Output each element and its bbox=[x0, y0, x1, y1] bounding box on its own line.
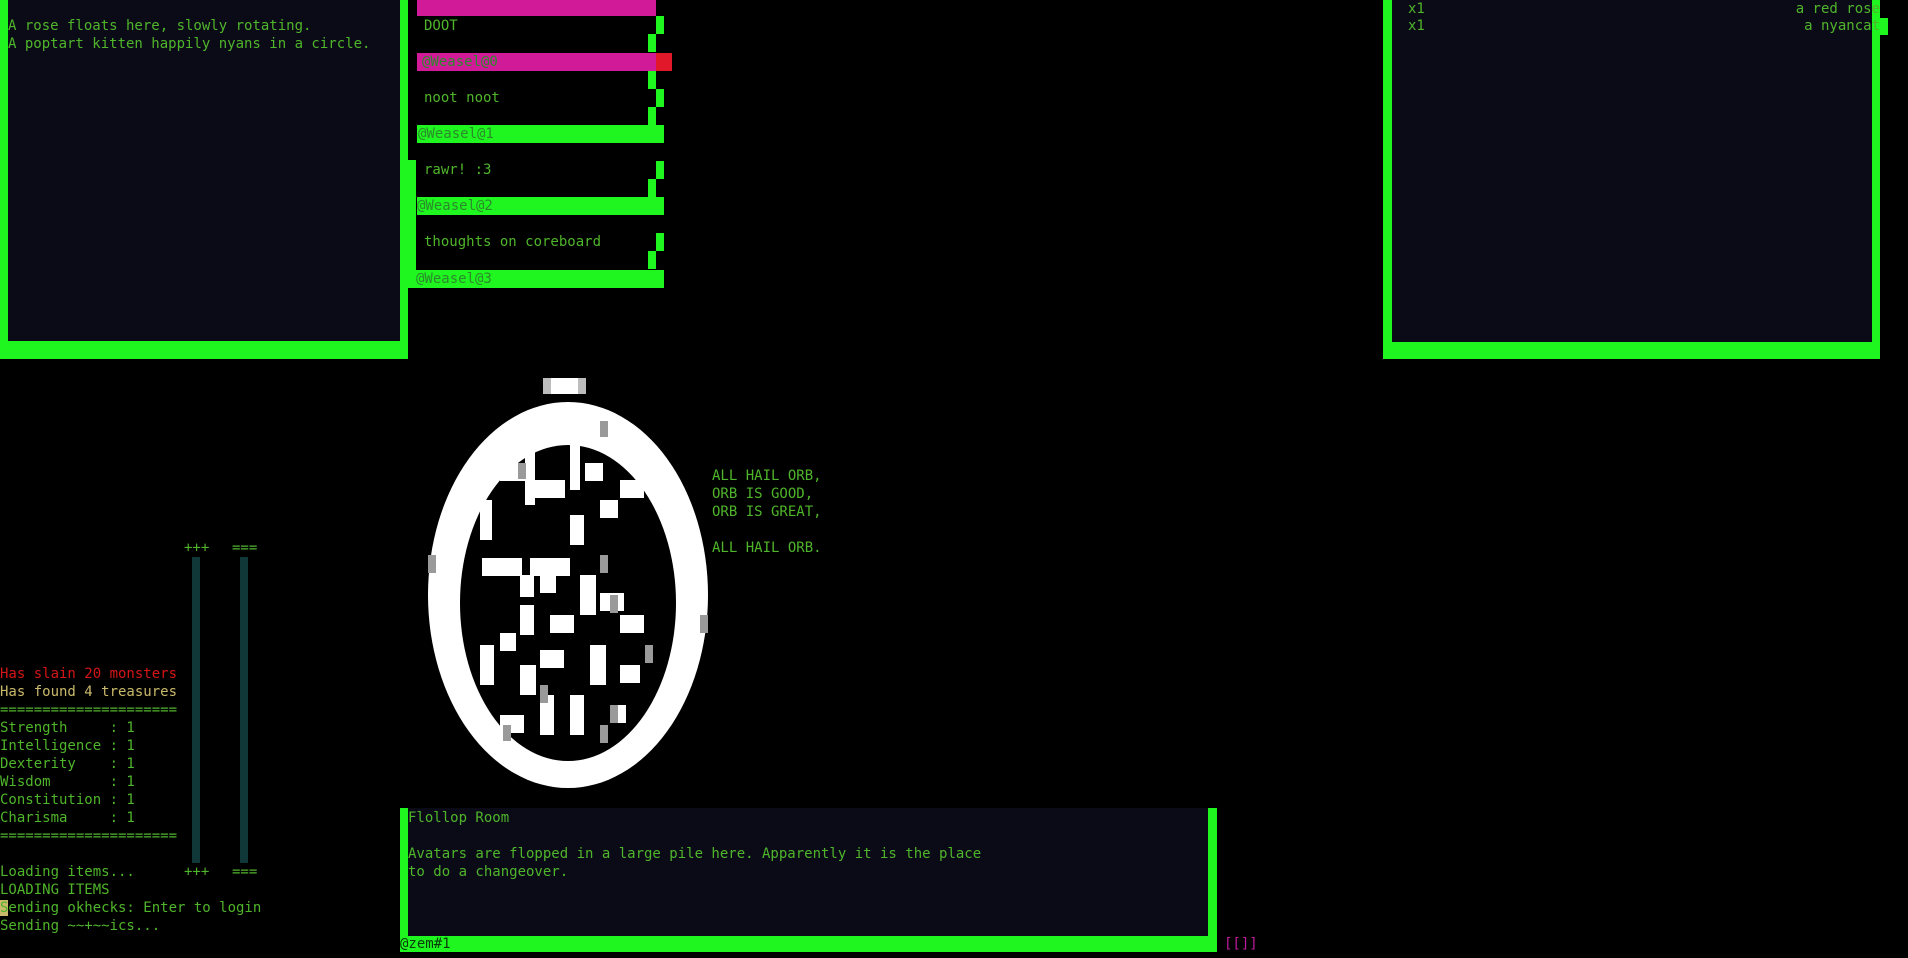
stat-constitution: Constitution : 1 bbox=[0, 792, 135, 808]
location-description: Avatars are flopped in a large pile here… bbox=[408, 846, 982, 862]
orb-chant-line: ALL HAIL ORB. bbox=[712, 540, 822, 556]
stat-slain: Has slain 20 monsters bbox=[0, 666, 178, 682]
inventory-item[interactable]: a nyancat bbox=[1804, 17, 1880, 35]
room-line-rose: A rose floats here, slowly rotating. bbox=[8, 18, 312, 34]
log-line: LOADING ITEMS bbox=[0, 882, 110, 898]
chat-message: DOOT bbox=[424, 18, 458, 34]
inventory-edge bbox=[1880, 18, 1888, 35]
orb-chant-line: ORB IS GREAT, bbox=[712, 504, 822, 520]
stat-wisdom: Wisdom : 1 bbox=[0, 774, 135, 790]
location-title: Flollop Room bbox=[408, 810, 510, 826]
command-input[interactable]: @zem#1 bbox=[400, 935, 451, 953]
chat-msg-edge bbox=[656, 89, 664, 107]
gauge-plus-label-bottom: +++ bbox=[184, 864, 210, 880]
chat-author-bar-end bbox=[656, 53, 672, 71]
chat-rail bbox=[408, 160, 416, 288]
chat-message: rawr! :3 bbox=[424, 162, 492, 178]
chat-top-bar bbox=[417, 0, 656, 16]
stats-divider: ===================== bbox=[0, 828, 178, 844]
gauge-equal-track[interactable] bbox=[240, 557, 248, 863]
gauge-equal-label-top: === bbox=[232, 540, 258, 556]
chat-message: noot noot bbox=[424, 90, 500, 106]
stat-dexterity: Dexterity : 1 bbox=[0, 756, 135, 772]
inventory-item[interactable]: a red rose bbox=[1796, 0, 1880, 18]
stat-found: Has found 4 treasures bbox=[0, 684, 178, 700]
inventory-panel-inner bbox=[1392, 0, 1872, 342]
inventory-qty: x1 bbox=[1408, 1, 1425, 17]
stats-divider: ===================== bbox=[0, 702, 178, 718]
location-description: to do a changeover. bbox=[408, 864, 569, 880]
chat-msg-edge bbox=[648, 251, 656, 269]
inventory-qty: x1 bbox=[1408, 18, 1425, 34]
log-line: Loading items... bbox=[0, 864, 135, 880]
log-line: Sending okhecks: Enter to login bbox=[0, 900, 262, 916]
chat-author[interactable]: @Weasel@0 bbox=[422, 53, 498, 71]
chat-msg-edge bbox=[648, 179, 656, 197]
command-input-suffix: [[]] bbox=[1224, 936, 1258, 952]
chat-msg-edge bbox=[656, 233, 664, 251]
stat-strength: Strength : 1 bbox=[0, 720, 135, 736]
log-line: Sending ~~+~~ics... bbox=[0, 918, 161, 934]
orb-chant-line: ALL HAIL ORB, bbox=[712, 468, 822, 484]
stat-charisma: Charisma : 1 bbox=[0, 810, 135, 826]
chat-msg-edge bbox=[656, 161, 664, 179]
chat-msg-edge bbox=[656, 16, 664, 34]
gauge-plus-label-top: +++ bbox=[184, 540, 210, 556]
orb-image bbox=[428, 378, 708, 788]
chat-author[interactable]: @Weasel@2 bbox=[417, 197, 493, 215]
chat-author[interactable]: @Weasel@3 bbox=[416, 270, 492, 288]
chat-msg-edge bbox=[648, 34, 656, 52]
orb-chant-line: ORB IS GOOD, bbox=[712, 486, 814, 502]
chat-message: thoughts on coreboard bbox=[424, 234, 602, 250]
gauge-equal-label-bottom: === bbox=[232, 864, 258, 880]
gauge-plus-track[interactable] bbox=[192, 557, 200, 863]
room-line-kitten: A poptart kitten happily nyans in a circ… bbox=[8, 36, 371, 52]
chat-author[interactable]: @Weasel@1 bbox=[418, 125, 494, 143]
chat-msg-edge bbox=[648, 107, 656, 125]
stat-intelligence: Intelligence : 1 bbox=[0, 738, 135, 754]
chat-msg-edge bbox=[648, 71, 656, 89]
